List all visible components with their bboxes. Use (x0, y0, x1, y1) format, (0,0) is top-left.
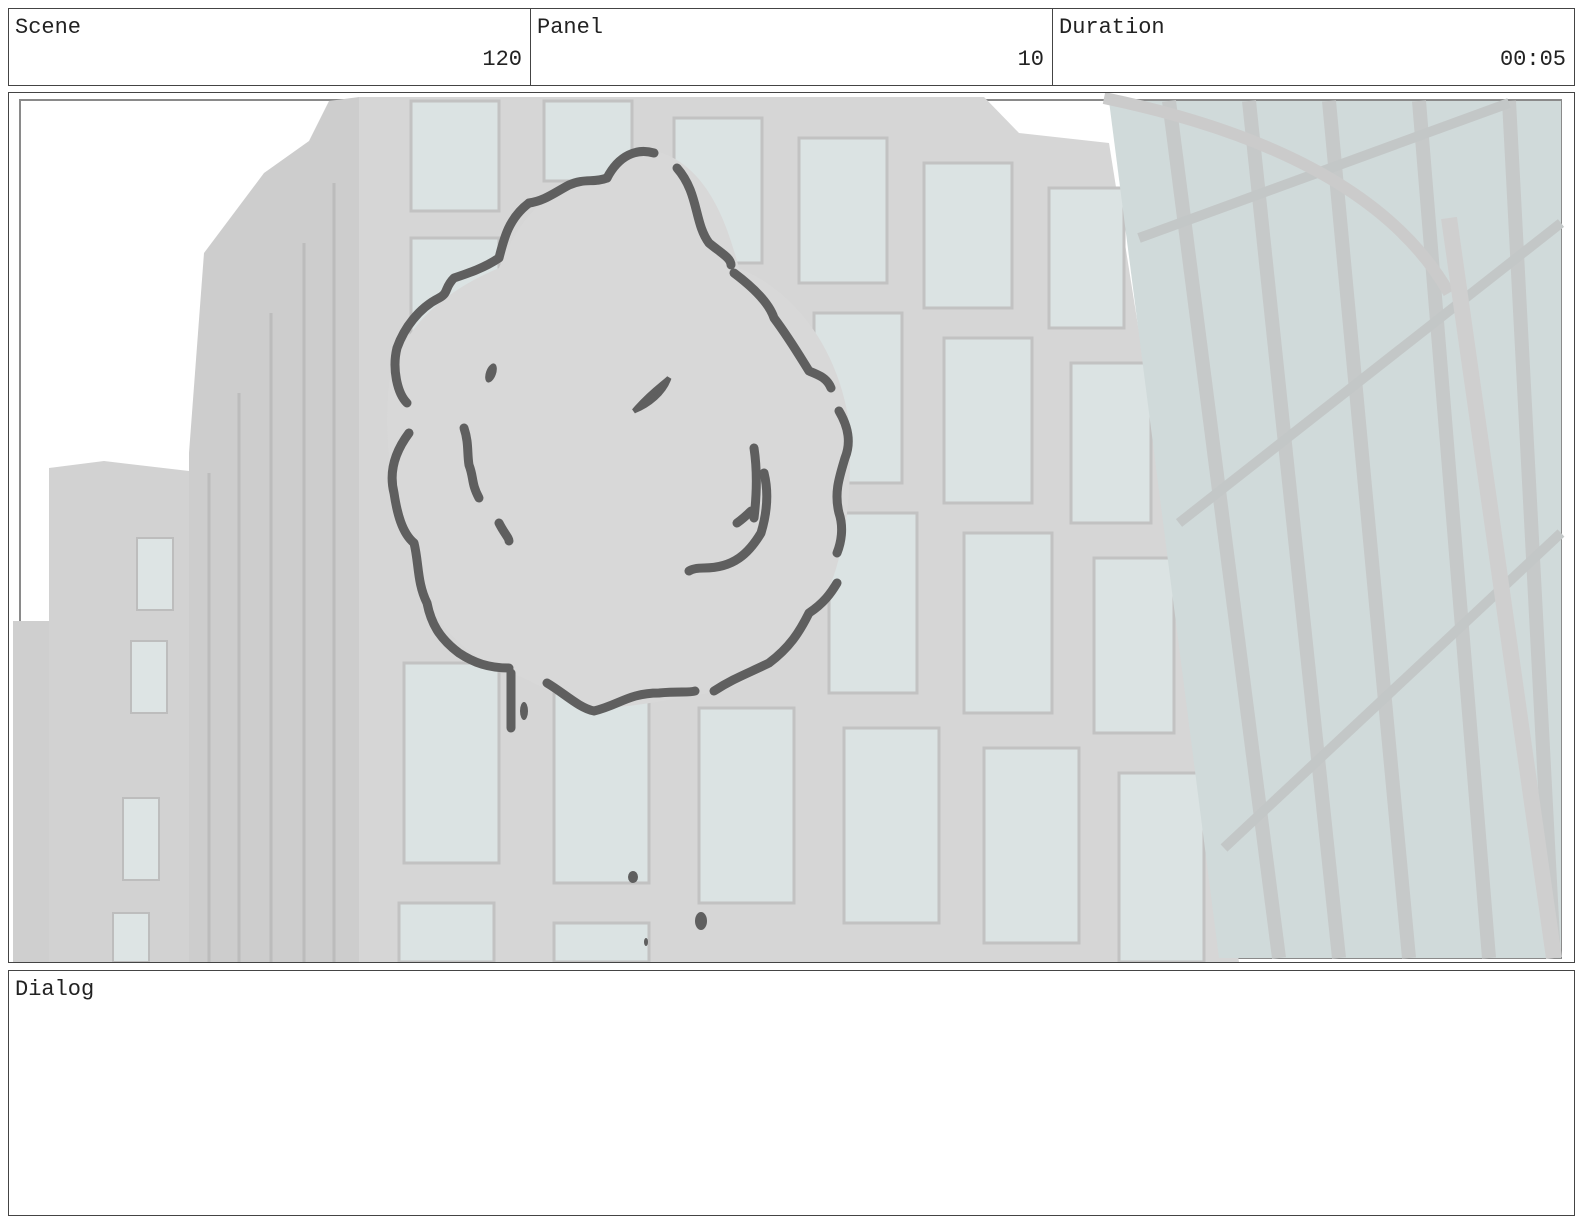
scene-field[interactable]: Scene 120 (9, 9, 531, 85)
scene-number[interactable]: 120 (482, 47, 522, 72)
panel-label: Panel (537, 15, 604, 40)
storyboard-frame[interactable] (8, 92, 1575, 963)
duration-value[interactable]: 00:05 (1500, 47, 1566, 72)
panel-header: Scene 120 Panel 10 Duration 00:05 (8, 8, 1575, 86)
dialog-box[interactable]: Dialog (8, 970, 1575, 1216)
scene-label: Scene (15, 15, 82, 40)
panel-number[interactable]: 10 (1018, 47, 1044, 72)
dialog-label: Dialog (15, 977, 95, 1002)
storyboard-artwork (9, 93, 1574, 962)
duration-field[interactable]: Duration 00:05 (1053, 9, 1574, 85)
panel-field[interactable]: Panel 10 (531, 9, 1053, 85)
duration-label: Duration (1059, 15, 1165, 40)
